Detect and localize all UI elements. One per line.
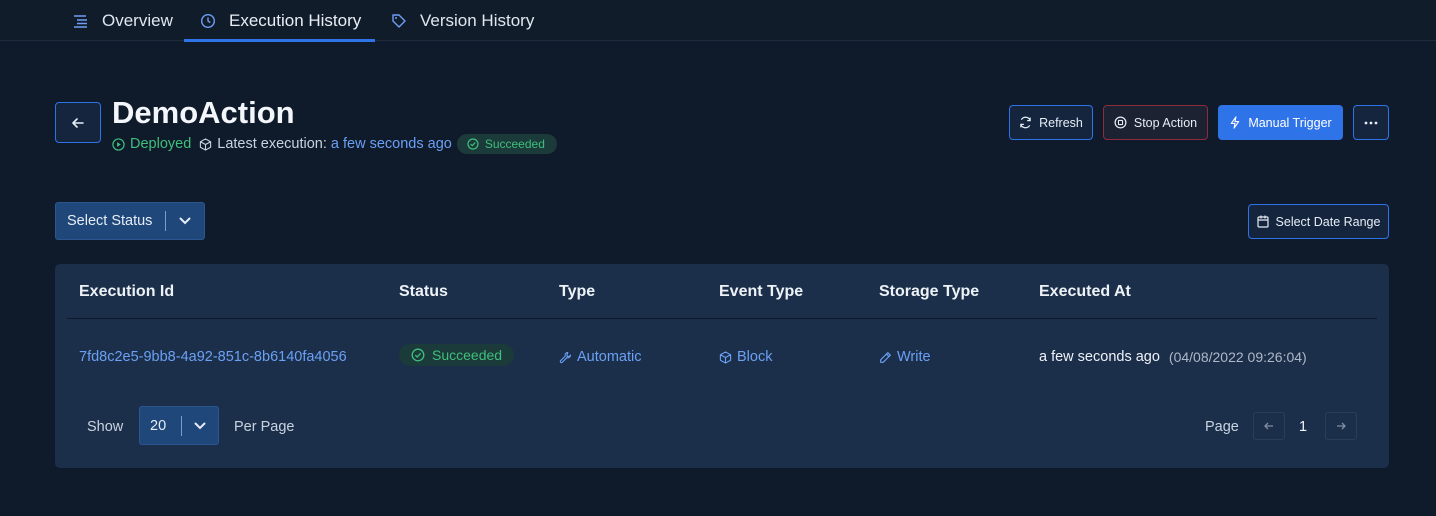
execution-id-link[interactable]: 7fd8c2e5-9bb8-4a92-851c-8b6140fa4056 [79,348,347,366]
type-label: Automatic [577,349,642,365]
event-type-label: Block [737,349,773,365]
date-range-button[interactable]: Select Date Range [1248,204,1389,239]
tag-icon [391,13,407,29]
check-circle-icon [467,138,479,150]
action-meta: Deployed Latest execution: a few seconds… [112,134,557,154]
executions-table: Execution Id Status Type Event Type Stor… [55,264,1389,468]
storage-type-cell: Write [879,348,931,366]
executed-at-relative: a few seconds ago [1039,349,1160,365]
clock-icon [200,13,216,29]
tab-label: Overview [102,10,173,30]
chevron-down-icon [166,217,204,225]
tab-label: Execution History [229,10,362,30]
more-options-button[interactable] [1353,105,1389,140]
type-cell: Automatic [559,348,641,366]
cube-icon [719,350,732,364]
refresh-icon [1019,116,1032,129]
status-badge: Succeeded [456,134,557,154]
stop-action-button[interactable]: Stop Action [1103,105,1208,140]
tab-bar: Overview Execution History Version Histo… [0,0,1436,42]
arrow-left-icon [1263,420,1275,432]
arrow-right-icon [1335,420,1347,432]
pencil-icon [879,351,892,364]
event-type-cell: Block [719,348,772,366]
page-title: DemoAction [112,95,295,130]
status-badge: Succeeded [399,344,515,366]
trigger-label: Manual Trigger [1248,115,1332,130]
play-circle-icon [112,137,125,151]
latest-time-link[interactable]: a few seconds ago [331,136,452,152]
show-label: Show [87,419,124,435]
tab-label: Version History [420,10,535,30]
column-header: Storage Type [879,283,980,300]
tab-execution-history[interactable]: Execution History [184,0,375,42]
status-select[interactable]: Select Status [55,202,205,240]
lightning-icon [1229,116,1241,129]
status-badge-label: Succeeded [484,137,545,151]
arrow-left-icon [71,116,85,130]
calendar-icon [1256,215,1269,228]
deployed-label: Deployed [130,136,192,152]
execution-id: 7fd8c2e5-9bb8-4a92-851c-8b6140fa4056 [79,349,347,365]
next-page-button[interactable] [1325,412,1357,440]
tab-version-history[interactable]: Version History [391,0,534,41]
executed-at-exact: (04/08/2022 09:26:04) [1168,349,1307,365]
column-header: Execution Id [79,283,175,300]
deployed-status: Deployed [112,136,191,152]
per-page-select[interactable]: 20 [139,406,219,445]
latest-label: Latest execution: [217,136,327,152]
status-cell: Succeeded [399,344,515,366]
column-header: Event Type [719,283,804,300]
date-range-label: Select Date Range [1275,214,1381,229]
header-divider [67,318,1377,319]
stop-circle-icon [1114,116,1127,129]
previous-page-button[interactable] [1253,412,1285,440]
more-icon [1364,121,1378,125]
refresh-button[interactable]: Refresh [1009,105,1093,140]
status-label: Succeeded [432,347,503,363]
stop-label: Stop Action [1133,115,1198,130]
current-page-number: 1 [1299,419,1308,435]
manual-trigger-button[interactable]: Manual Trigger [1218,105,1343,140]
executed-at-cell: a few seconds ago (04/08/2022 09:26:04) [1039,348,1307,366]
column-header: Type [559,283,596,300]
back-button[interactable] [55,102,101,143]
page-label: Page [1205,419,1239,435]
status-select-label: Select Status [67,213,153,229]
storage-type-label: Write [897,349,931,365]
column-header: Executed At [1039,283,1131,300]
check-circle-icon [411,348,425,362]
latest-execution: Latest execution: [199,136,327,152]
refresh-label: Refresh [1039,115,1083,130]
column-header: Status [399,283,448,300]
wrench-icon [559,351,572,364]
cube-icon [199,137,212,151]
tab-overview[interactable]: Overview [73,0,173,41]
per-page-label: Per Page [234,419,295,435]
per-page-value: 20 [150,417,167,434]
list-icon [73,13,89,29]
chevron-down-icon [182,422,218,430]
